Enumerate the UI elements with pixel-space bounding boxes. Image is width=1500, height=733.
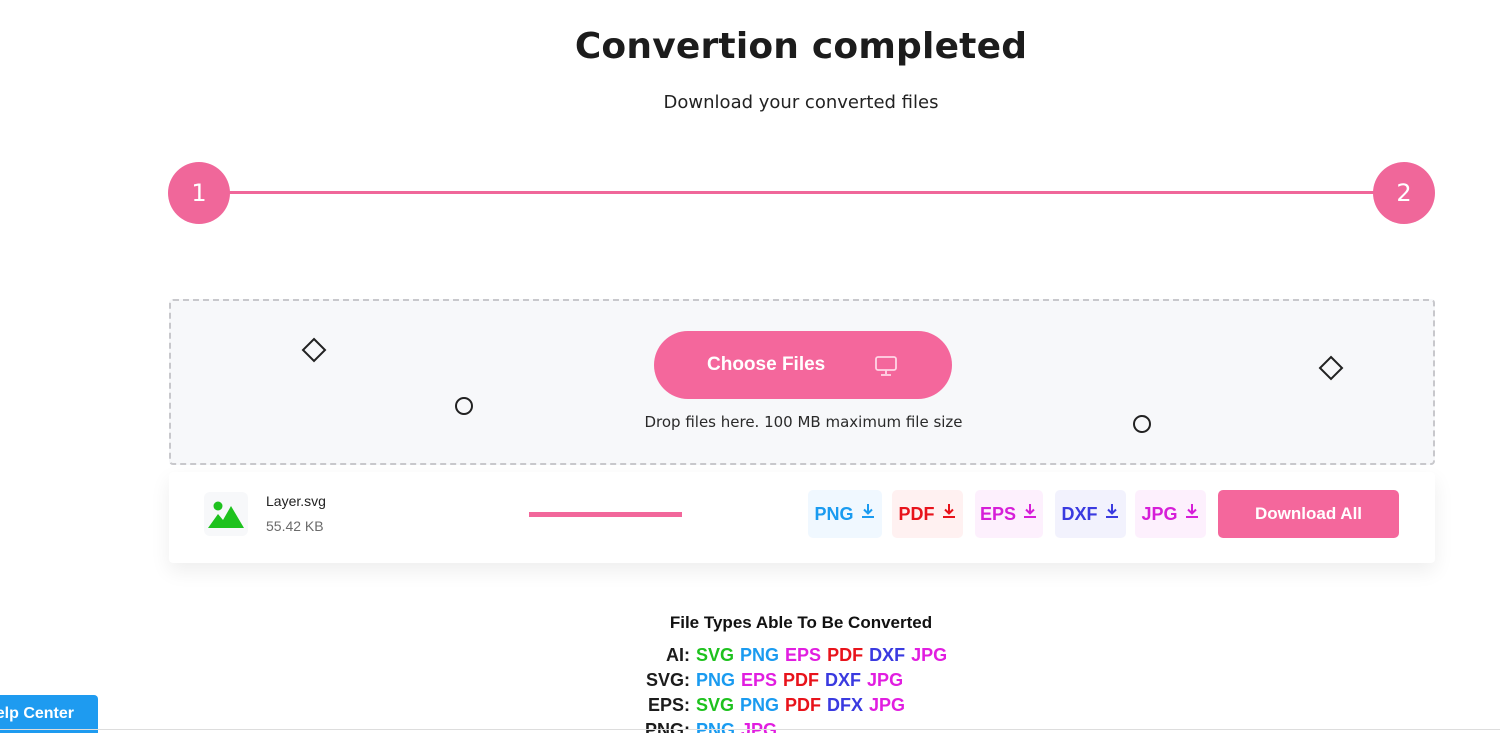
download-all-button[interactable]: Download All — [1218, 490, 1399, 538]
conversion-progress-bar — [529, 512, 682, 517]
format-label: JPG — [1141, 503, 1178, 524]
target-format: JPG — [869, 695, 906, 715]
source-format: EPS: — [647, 695, 690, 715]
image-icon — [208, 501, 244, 528]
target-format: JPG — [867, 670, 904, 690]
file-types-title: File Types Able To Be Converted — [669, 613, 933, 632]
format-label: EPS — [979, 503, 1017, 524]
target-format: PNG — [696, 670, 736, 690]
target-format: DXF — [825, 670, 862, 690]
format-label: DXF — [1061, 503, 1098, 524]
download-png-button[interactable]: PNG — [808, 490, 882, 538]
target-format: PDF — [827, 645, 864, 665]
target-format: PNG — [696, 720, 736, 733]
drop-hint: Drop files here. 100 MB maximum file siz… — [644, 413, 963, 431]
source-format: SVG: — [645, 670, 690, 690]
file-size: 55.42 KB — [266, 518, 324, 534]
download-icon — [1024, 504, 1037, 518]
step-1: 1 — [168, 162, 230, 224]
download-icon — [1105, 504, 1118, 518]
format-label: PDF — [898, 503, 935, 524]
download-dxf-button[interactable]: DXF — [1055, 490, 1126, 538]
target-format: DFX — [827, 695, 864, 715]
target-format: DXF — [869, 645, 906, 665]
converted-file-row: Layer.svg 55.42 KB PNG PDF EPS DXF JPG Downl… — [169, 472, 1435, 563]
step-2: 2 — [1373, 162, 1435, 224]
diamond-decoration-icon — [1318, 355, 1344, 381]
file-dropzone[interactable]: Choose Files Drop files here. 100 MB max… — [169, 299, 1435, 465]
stepper-line — [198, 191, 1405, 194]
page-title: Convertion completed — [574, 26, 1028, 67]
target-formats: SVG PNG PDF DFX JPG — [696, 695, 911, 716]
download-icon — [942, 504, 955, 518]
target-format: JPG — [741, 720, 778, 733]
source-format: AI: — [666, 645, 690, 665]
choose-files-label: Choose Files — [707, 354, 826, 375]
progress-stepper: 1 2 — [168, 162, 1435, 224]
source-format: PNG: — [645, 720, 690, 733]
target-format: PNG — [740, 645, 780, 665]
target-format: EPS — [741, 670, 778, 690]
monitor-icon — [875, 356, 897, 376]
target-format: SVG — [696, 645, 735, 665]
target-format: EPS — [785, 645, 822, 665]
download-jpg-button[interactable]: JPG — [1135, 490, 1206, 538]
page-subtitle: Download your converted files — [663, 92, 939, 113]
target-formats: PNG JPG — [696, 720, 783, 733]
file-thumbnail — [204, 492, 248, 536]
download-pdf-button[interactable]: PDF — [892, 490, 963, 538]
download-icon — [861, 504, 874, 518]
target-format: PNG — [740, 695, 780, 715]
file-name: Layer.svg — [266, 493, 326, 509]
target-formats: SVG PNG EPS PDF DXF JPG — [696, 645, 953, 666]
progress-fill — [529, 512, 682, 517]
help-center-button[interactable]: Help Center — [0, 695, 98, 733]
download-icon — [1185, 504, 1198, 518]
choose-files-button[interactable]: Choose Files — [654, 331, 952, 399]
target-format: PDF — [783, 670, 820, 690]
target-format: SVG — [696, 695, 735, 715]
target-format: JPG — [911, 645, 948, 665]
target-format: PDF — [785, 695, 822, 715]
download-eps-button[interactable]: EPS — [975, 490, 1043, 538]
format-label: PNG — [814, 503, 854, 524]
target-formats: PNG EPS PDF DXF JPG — [696, 670, 909, 691]
diamond-decoration-icon — [301, 337, 327, 363]
bottom-divider — [0, 729, 1500, 730]
